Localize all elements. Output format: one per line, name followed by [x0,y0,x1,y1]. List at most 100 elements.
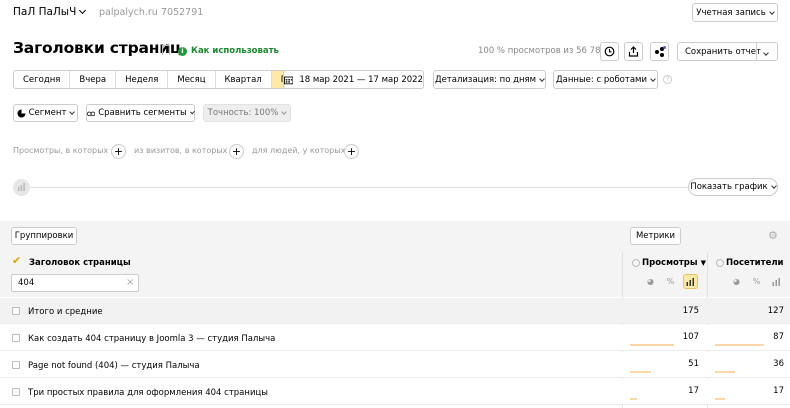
views-share-bar [630,371,651,373]
column-visitors-header[interactable]: Посетители [716,258,784,268]
checkmark-icon[interactable]: ✔ [12,255,21,266]
chevron-down-icon [770,183,777,189]
chevron-down-icon [69,109,76,115]
pie-icon [17,109,26,117]
page-title: Заголовки страниц [13,39,182,57]
info-icon: i [178,46,187,56]
segment-label: Сегмент [28,108,67,118]
compare-label: Сравнить сегменты [98,108,187,118]
chevron-down-icon [79,6,87,15]
row-checkbox[interactable] [12,361,20,369]
info-icon [716,259,724,267]
accuracy-dropdown[interactable]: Точность: 100% [203,104,291,122]
howto-label: Как использовать [191,46,279,56]
share-button[interactable] [650,42,669,61]
sort-icon: ▼ [700,259,706,267]
date-range-label: 18 мар 2021 — 17 мар 2022 [299,74,423,85]
show-chart-button[interactable]: Показать график [688,178,778,196]
table-row[interactable]: Три простых правила для оформления 404 с… [0,379,790,405]
filter-value: 404 [18,278,35,288]
data-filter-label: Данные: с роботами [556,74,647,85]
period-tab[interactable]: Вчера [70,71,117,88]
site-domain[interactable]: palpalych.ru [99,7,158,18]
detalization-dropdown[interactable]: Детализация: по дням [433,70,546,89]
bookmark-icon[interactable] [162,45,170,55]
metrics-button[interactable]: Метрики [630,227,681,245]
views-condition-label: Просмотры, в которых [13,146,109,155]
gear-icon[interactable]: ⚙ [768,230,778,241]
history-button[interactable] [600,42,619,61]
bar-view-icon[interactable] [769,274,784,289]
bar-chart-icon [772,277,780,286]
date-range-button[interactable]: 18 мар 2021 — 17 мар 2022 [283,70,424,89]
views-summary: 100 % просмотров из 56 784 [478,46,606,56]
pie-view-icon[interactable]: ◕ [643,274,658,289]
dimension-header[interactable]: Заголовок страницы [29,258,131,268]
chevron-down-icon [768,8,775,15]
share-icon [654,45,666,57]
calendar-icon [284,76,294,84]
export-icon [628,46,639,57]
visitors-share-bar [715,344,764,346]
visits-condition-label: из визитов, в которых [134,146,228,155]
account-label: Учетная запись [696,7,766,18]
save-divider [756,43,757,60]
bar-chart-icon [18,183,25,191]
howto-link[interactable]: i Как использовать [178,46,279,56]
period-tab[interactable]: Квартал [216,71,272,88]
percent-view-icon[interactable]: % [749,274,764,289]
data-filter-dropdown[interactable]: Данные: с роботами [553,70,658,89]
row-visitors: 36 [773,359,784,369]
row-label: Как создать 404 страницу в Joomla 3 — ст… [28,334,276,344]
views-share-bar [630,344,674,346]
visitors-share-bar [715,371,735,373]
compare-icon [87,111,96,116]
info-icon [632,259,640,267]
visitors-share-bar [715,398,725,400]
views-share-bar [630,398,637,400]
row-checkbox[interactable] [12,388,20,396]
row-views: 17 [688,386,699,396]
detalization-label: Детализация: по дням [434,74,537,85]
total-row: Итого и средние 175 127 [0,298,790,324]
chart-toggle-handle[interactable] [13,179,30,196]
table-row[interactable]: Page not found (404) — студия Палыча 51 … [0,352,790,378]
people-condition-label: для людей, у которых [252,146,346,155]
bar-view-icon[interactable] [683,274,698,289]
column-views-header[interactable]: Просмотры ▼ [632,258,706,268]
row-checkbox[interactable] [12,307,20,315]
metrics-label: Метрики [635,231,676,241]
total-visitors: 127 [767,306,784,316]
compare-segments-dropdown[interactable]: Сравнить сегменты [86,104,195,122]
row-checkbox[interactable] [12,334,20,342]
table-row[interactable]: Как создать 404 страницу в Joomla 3 — ст… [0,325,790,351]
period-tab[interactable]: Месяц [168,71,216,88]
save-label: Сохранить отчет [685,46,761,57]
help-icon[interactable]: ? [663,75,672,84]
row-label: Page not found (404) — студия Палыча [28,361,200,371]
site-name: ПаЛ ПаЛыЧ [13,6,77,18]
account-button[interactable]: Учетная запись [692,3,778,22]
add-people-condition-button[interactable]: + [344,144,359,159]
add-visits-condition-button[interactable]: + [229,144,244,159]
segment-dropdown[interactable]: Сегмент [13,104,78,122]
counter-id: 7052791 [161,7,204,18]
period-tab[interactable]: Неделя [116,71,169,88]
total-views: 175 [682,306,699,316]
row-views: 51 [688,359,699,369]
pie-view-icon[interactable]: ◕ [729,274,744,289]
export-button[interactable] [624,42,643,61]
groupings-button[interactable]: Группировки [11,227,77,245]
filter-input[interactable]: 404 × [11,274,139,292]
row-label: Итого и средние [28,307,103,317]
row-visitors: 17 [773,386,784,396]
row-label: Три простых правила для оформления 404 с… [28,388,268,398]
percent-view-icon[interactable]: % [663,274,678,289]
row-visitors: 87 [773,332,784,342]
period-tabs: Сегодня Вчера Неделя Месяц Квартал Год [13,70,308,89]
chart-slider-track [28,187,690,188]
period-tab[interactable]: Сегодня [14,71,71,88]
add-views-condition-button[interactable]: + [111,144,126,159]
site-selector[interactable]: ПаЛ ПаЛыЧ [13,6,87,18]
clear-icon[interactable]: × [126,277,134,288]
